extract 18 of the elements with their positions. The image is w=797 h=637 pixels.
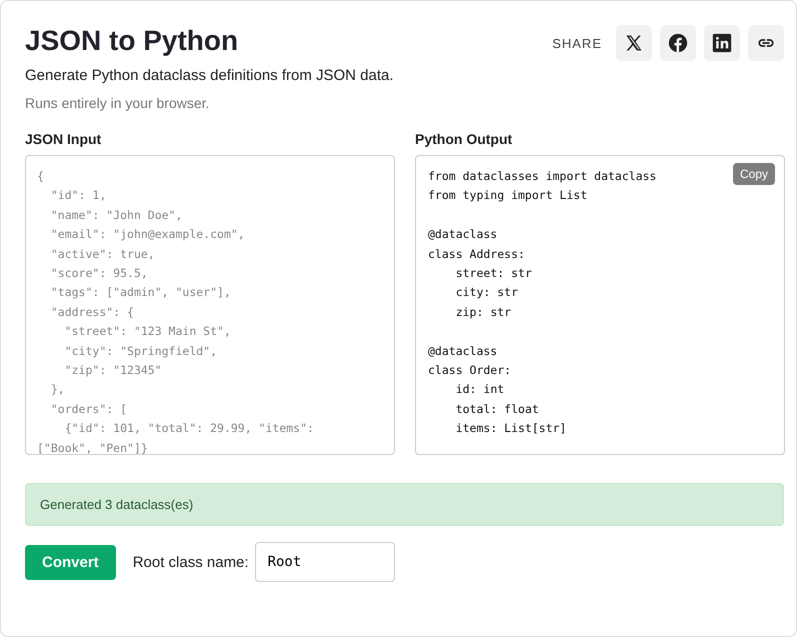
status-message: Generated 3 dataclass(es) [25, 483, 784, 526]
share-label: SHARE [552, 36, 602, 50]
page-subtitle: Generate Python dataclass definitions from JSON data. [25, 67, 394, 84]
x-logo-icon [624, 33, 644, 53]
json-input-label: JSON Input [25, 131, 102, 147]
python-output-label: Python Output [415, 131, 514, 147]
page-note: Runs entirely in your browser. [25, 95, 210, 111]
copy-button[interactable]: Copy [732, 163, 775, 185]
root-class-label: Root class name: [132, 554, 249, 570]
page-title: JSON to Python [25, 25, 240, 57]
facebook-logo-icon [668, 33, 688, 53]
linkedin-share-button[interactable] [704, 25, 740, 61]
facebook-share-button[interactable] [660, 25, 696, 61]
root-class-input[interactable]: Root [254, 542, 395, 582]
x-share-button[interactable] [616, 25, 652, 61]
json-input-field[interactable]: { "id": 1, "name": "John Doe", "email": "john@example.com", "active": true, "score": 95.5, "tags": ["admin", "user"], "address": { "street": "123 Main St", "city": "Springfield", "zip": "12345" }, "orders": [ {"id": 101, "total": 29.99, "items": ["Book", "Pen"]} [25, 155, 395, 455]
link-share-button[interactable] [748, 25, 784, 61]
linkedin-logo-icon [712, 33, 732, 53]
